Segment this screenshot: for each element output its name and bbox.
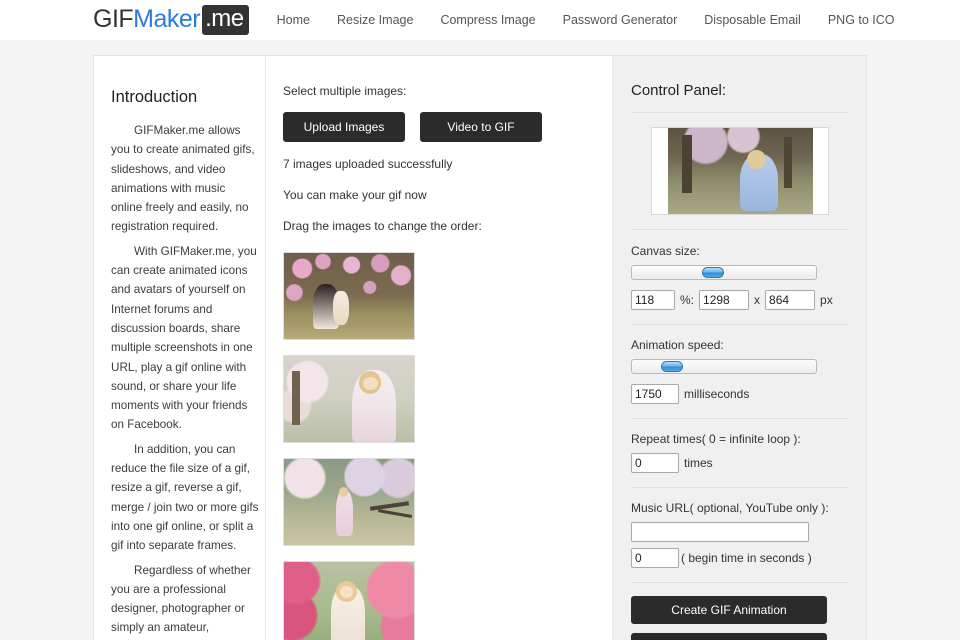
divider	[631, 418, 849, 419]
introduction-column: Introduction GIFMaker.me allows you to c…	[94, 56, 266, 640]
drag-order-label: Drag the images to change the order:	[283, 219, 482, 233]
canvas-size-slider-knob[interactable]	[701, 267, 724, 278]
control-panel: Control Panel: Canvas size: %:	[613, 56, 866, 640]
site-logo[interactable]: GIF Maker .me	[93, 4, 249, 35]
page-title: Introduction	[111, 88, 198, 106]
select-images-label: Select multiple images:	[283, 84, 407, 98]
thumbnail-item[interactable]	[283, 458, 415, 546]
thumbnail-item[interactable]	[283, 355, 415, 443]
upload-images-button[interactable]: Upload Images	[283, 112, 405, 142]
times-symbol-label: x	[754, 293, 761, 307]
animation-speed-fields: milliseconds	[631, 384, 849, 404]
content-container: Introduction GIFMaker.me allows you to c…	[93, 55, 867, 640]
gif-preview	[651, 127, 829, 215]
music-url-label: Music URL( optional, YouTube only ):	[631, 501, 829, 515]
music-url-input[interactable]	[631, 522, 809, 542]
animation-speed-slider[interactable]	[631, 359, 817, 374]
intro-paragraph: With GIFMaker.me, you can create animate…	[111, 244, 257, 432]
repeat-times-input[interactable]	[631, 453, 679, 473]
begin-time-hint-label: ( begin time in seconds )	[681, 551, 812, 565]
control-panel-title: Control Panel:	[631, 82, 727, 99]
upload-status-text: 7 images uploaded successfully	[283, 157, 453, 171]
upload-button-row: Upload Images Video to GIF	[283, 112, 612, 142]
site-header: GIF Maker .me Home Resize Image Compress I…	[0, 0, 960, 40]
animation-speed-slider-knob[interactable]	[661, 361, 684, 372]
logo-text-gif: GIF	[93, 5, 134, 33]
divider	[631, 229, 849, 230]
intro-paragraph: GIFMaker.me allows you to create animate…	[111, 124, 255, 234]
nav-item-compress-image[interactable]: Compress Image	[440, 13, 535, 27]
create-gif-animation-button[interactable]: Create GIF Animation	[631, 596, 827, 624]
repeat-times-fields: times	[631, 453, 849, 473]
page-body: Introduction GIFMaker.me allows you to c…	[0, 40, 960, 640]
logo-text-maker: Maker	[133, 5, 201, 33]
nav-item-resize-image[interactable]: Resize Image	[337, 13, 413, 27]
divider	[631, 112, 849, 113]
thumbnail-list	[283, 252, 612, 640]
divider	[631, 582, 849, 583]
animation-speed-label: Animation speed:	[631, 338, 724, 352]
music-begin-time-input[interactable]	[631, 548, 679, 568]
animation-speed-input[interactable]	[631, 384, 679, 404]
canvas-size-slider[interactable]	[631, 265, 817, 280]
intro-paragraph: Regardless of whether you are a professi…	[111, 563, 251, 635]
preview-image	[667, 128, 813, 214]
percent-unit-label: %:	[680, 293, 695, 307]
divider	[631, 487, 849, 488]
main-nav: Home Resize Image Compress Image Passwor…	[277, 13, 895, 27]
thumbnail-item[interactable]	[283, 561, 415, 640]
px-unit-label: px	[820, 293, 833, 307]
nav-item-png-to-ico[interactable]: PNG to ICO	[828, 13, 895, 27]
video-to-gif-button[interactable]: Video to GIF	[420, 112, 542, 142]
logo-badge-me: .me	[202, 4, 249, 35]
canvas-size-label: Canvas size:	[631, 244, 700, 258]
milliseconds-unit-label: milliseconds	[684, 387, 750, 401]
uploader-column: Select multiple images: Upload Images Vi…	[266, 56, 613, 640]
music-url-field-row	[631, 522, 849, 542]
music-begin-field-row: ( begin time in seconds )	[631, 548, 849, 568]
times-unit-label: times	[684, 456, 713, 470]
intro-paragraph: In addition, you can reduce the file siz…	[111, 442, 259, 553]
canvas-height-input[interactable]	[765, 290, 816, 310]
divider	[631, 324, 849, 325]
combine-animated-gifs-button[interactable]: Combine Animated GIFs	[631, 633, 827, 640]
repeat-times-label: Repeat times( 0 = infinite loop ):	[631, 432, 801, 446]
nav-item-password-generator[interactable]: Password Generator	[563, 13, 678, 27]
canvas-width-input[interactable]	[699, 290, 750, 310]
nav-item-home[interactable]: Home	[277, 13, 310, 27]
ready-text: You can make your gif now	[283, 188, 427, 202]
canvas-percent-input[interactable]	[631, 290, 675, 310]
nav-item-disposable-email[interactable]: Disposable Email	[704, 13, 801, 27]
canvas-size-fields: %: x px	[631, 290, 849, 310]
thumbnail-item[interactable]	[283, 252, 415, 340]
